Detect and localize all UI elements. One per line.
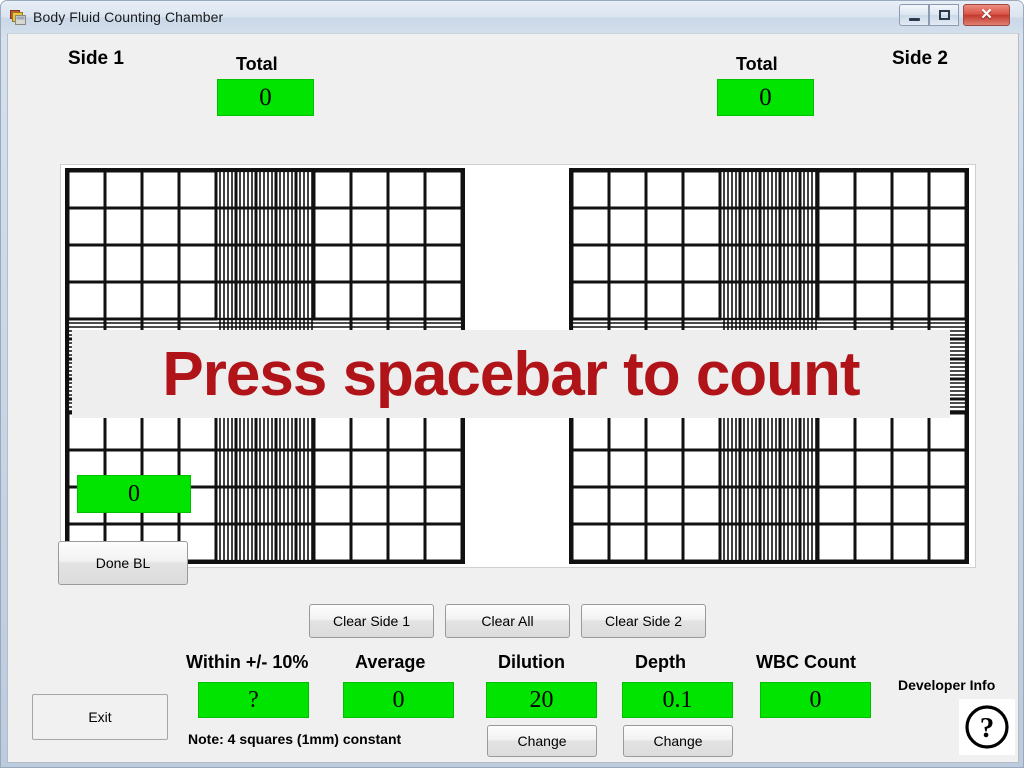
application-window: Body Fluid Counting Chamber ✕ Side 1 Sid…: [0, 0, 1024, 768]
dilution-label: Dilution: [498, 652, 565, 672]
done-bl-button[interactable]: Done BL: [58, 541, 188, 585]
constant-note: Note: 4 squares (1mm) constant: [188, 731, 402, 747]
restore-icon: [939, 10, 950, 20]
dilution-change-button[interactable]: Change: [487, 725, 597, 757]
depth-label: Depth: [635, 652, 686, 672]
depth-value: 0.1: [622, 682, 733, 718]
square-counter-value: 0: [77, 475, 191, 513]
close-icon: ✕: [980, 6, 993, 23]
total-side-1-label: Total: [236, 54, 278, 74]
instruction-banner: Press spacebar to count: [72, 330, 950, 418]
wbc-count-value: 0: [760, 682, 871, 718]
total-side-2-value: 0: [717, 79, 814, 116]
side-2-label: Side 2: [892, 48, 948, 69]
client-area: Side 1 Side 2 Total 0 Total 0 0 Press sp…: [7, 33, 1019, 763]
form-application-icon: [10, 10, 26, 25]
exit-button[interactable]: Exit: [32, 694, 168, 740]
dilution-value: 20: [486, 682, 597, 718]
within-10-percent-label: Within +/- 10%: [186, 652, 309, 672]
minimize-button[interactable]: [899, 4, 929, 26]
instruction-banner-text: Press spacebar to count: [162, 339, 860, 409]
title-bar: Body Fluid Counting Chamber ✕: [1, 1, 1023, 35]
clear-side-2-button[interactable]: Clear Side 2: [581, 604, 706, 638]
wbc-count-label: WBC Count: [756, 652, 856, 672]
clear-all-button[interactable]: Clear All: [445, 604, 570, 638]
clear-side-1-button[interactable]: Clear Side 1: [309, 604, 434, 638]
total-side-1-value: 0: [217, 79, 314, 116]
close-button[interactable]: ✕: [963, 4, 1010, 26]
average-label: Average: [355, 652, 426, 672]
depth-change-button[interactable]: Change: [623, 725, 733, 757]
developer-info-help-button[interactable]: ?: [959, 699, 1015, 755]
window-title: Body Fluid Counting Chamber: [33, 9, 224, 25]
maximize-button[interactable]: [929, 4, 959, 26]
average-value: 0: [343, 682, 454, 718]
minimize-icon: [909, 18, 920, 21]
developer-info-label: Developer Info: [898, 677, 996, 693]
svg-text:?: ?: [980, 712, 995, 744]
within-10-percent-value: ?: [198, 682, 309, 718]
side-1-label: Side 1: [68, 48, 124, 69]
question-mark-circle-icon: ?: [965, 705, 1009, 749]
total-side-2-label: Total: [736, 54, 778, 74]
